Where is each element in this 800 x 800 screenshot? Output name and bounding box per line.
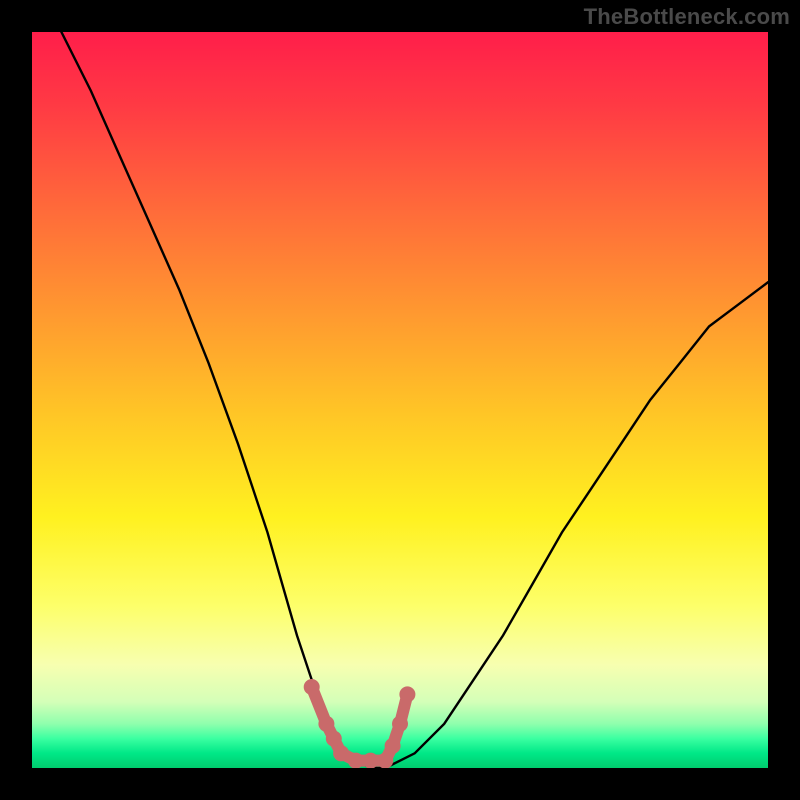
- optimal-marker: [326, 731, 342, 747]
- optimal-marker: [377, 753, 393, 768]
- plot-area: [32, 32, 768, 768]
- watermark-text: TheBottleneck.com: [584, 4, 790, 30]
- optimal-marker: [399, 686, 415, 702]
- optimal-marker: [348, 753, 364, 768]
- optimal-marker: [304, 679, 320, 695]
- bottleneck-curve: [61, 32, 768, 768]
- optimal-marker: [385, 738, 401, 754]
- optimal-marker: [363, 753, 379, 768]
- chart-frame: TheBottleneck.com: [0, 0, 800, 800]
- curve-layer: [32, 32, 768, 768]
- optimal-range-markers: [304, 679, 416, 768]
- optimal-marker: [318, 716, 334, 732]
- optimal-marker: [392, 716, 408, 732]
- optimal-marker: [333, 745, 349, 761]
